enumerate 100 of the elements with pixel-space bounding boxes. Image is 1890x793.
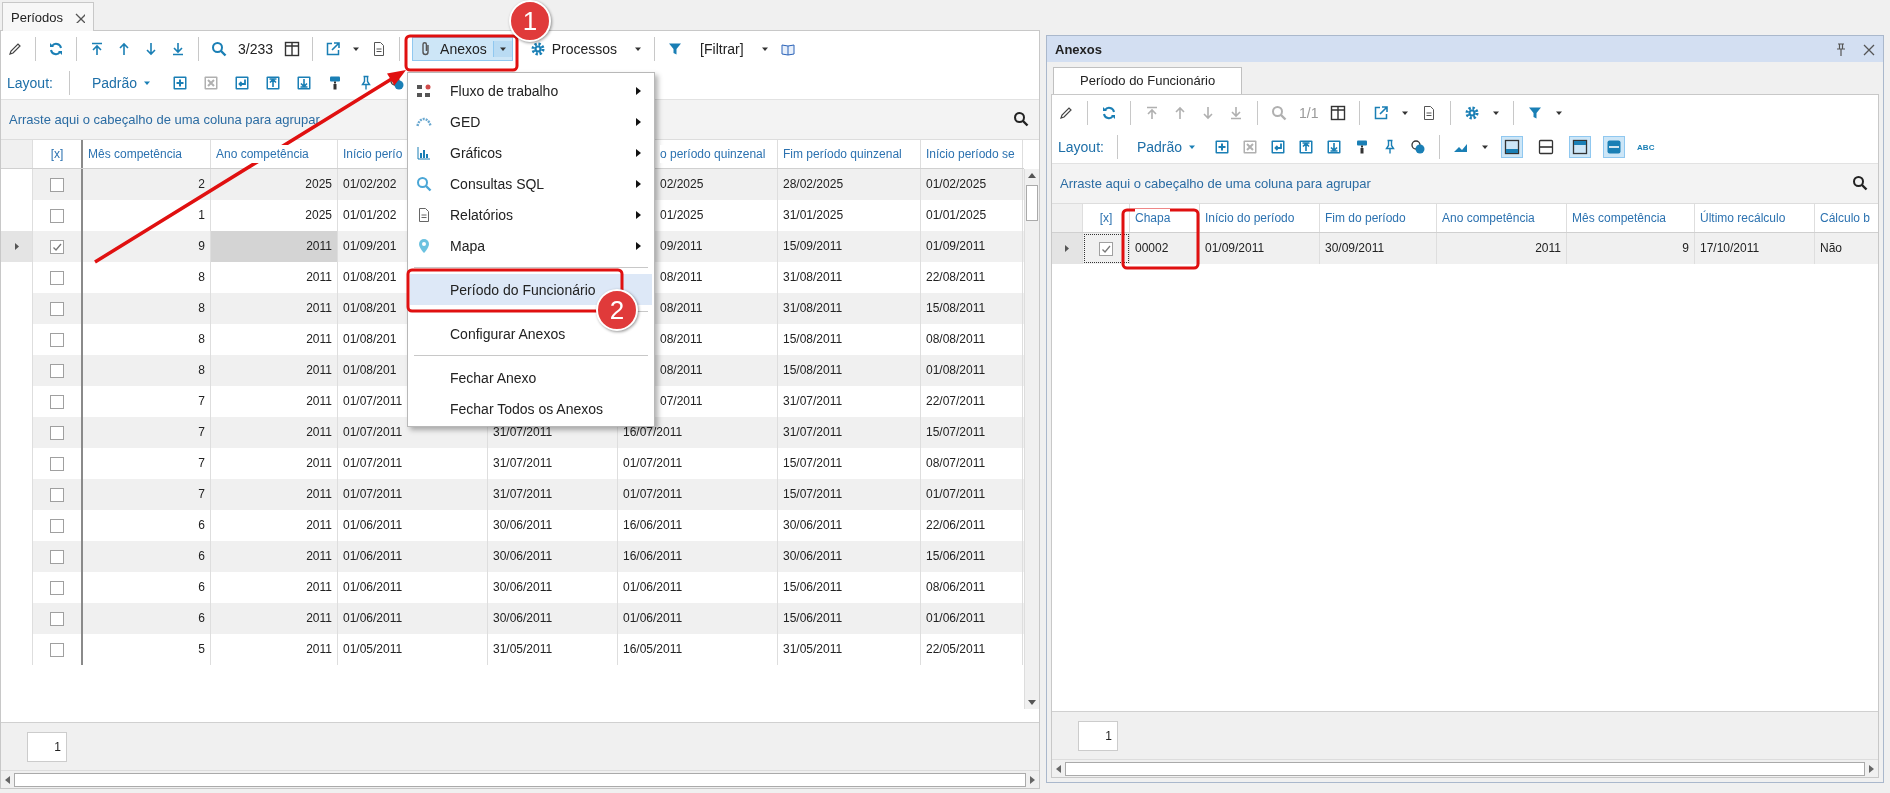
checkbox[interactable] <box>50 580 64 595</box>
enter-box-icon[interactable] <box>234 75 251 91</box>
export-icon[interactable] <box>1373 105 1390 121</box>
checkbox[interactable] <box>1099 241 1113 256</box>
group-hint: Arraste aqui o cabeçalho de uma coluna para agrupar <box>1060 176 1371 191</box>
arrow-to-top-icon[interactable] <box>89 41 105 57</box>
table-cell: 01/06/2011 <box>921 603 1023 634</box>
vertical-scrollbar[interactable] <box>1024 169 1039 709</box>
table-cell: 15/08/2011 <box>778 355 921 386</box>
arrow-up-box-icon[interactable] <box>265 75 282 91</box>
table-cell: 01/07/2011 <box>343 394 403 408</box>
gear-icon[interactable] <box>1464 105 1481 121</box>
checkbox[interactable] <box>50 518 64 533</box>
columns-icon[interactable] <box>1330 105 1347 121</box>
submenu-arrow-icon <box>634 208 642 221</box>
column-header[interactable]: [x] <box>1083 204 1130 232</box>
checkbox[interactable] <box>50 549 64 564</box>
checkbox[interactable] <box>50 425 64 440</box>
circles-icon[interactable] <box>1410 139 1427 155</box>
caret-icon[interactable] <box>634 45 643 53</box>
checkbox[interactable] <box>50 642 64 657</box>
arrow-down-icon[interactable] <box>143 41 159 57</box>
scroll-thumb[interactable] <box>1065 761 1865 776</box>
tab[interactable]: Período do Funcionário <box>1053 67 1243 94</box>
search-icon[interactable] <box>1013 110 1031 129</box>
checkbox[interactable] <box>50 301 64 316</box>
checkbox[interactable] <box>50 177 64 192</box>
columns-icon[interactable] <box>284 41 301 57</box>
menu-item[interactable]: Fluxo de trabalho <box>410 75 652 106</box>
scroll-left-icon[interactable] <box>4 774 12 785</box>
close-icon[interactable] <box>1861 42 1875 56</box>
caret-icon[interactable] <box>760 45 769 53</box>
menu-item[interactable]: GED <box>410 106 652 137</box>
column-header[interactable]: Ano competência <box>216 145 309 163</box>
submenu-arrow-icon <box>634 115 642 128</box>
arrow-down-box-icon[interactable] <box>296 75 313 91</box>
table-cell: 22/05/2011 <box>921 634 1023 665</box>
table-cell: 00002 <box>1130 233 1200 264</box>
view-toggle[interactable] <box>1501 136 1524 158</box>
table-cell: 01/08/2011 <box>921 355 1023 386</box>
table-cell: 01/08/201 <box>343 332 397 346</box>
checkbox[interactable] <box>50 332 64 347</box>
caret-icon[interactable] <box>1401 109 1410 117</box>
enter-box-icon[interactable] <box>1270 139 1287 155</box>
checkbox[interactable] <box>50 270 64 285</box>
checkbox[interactable] <box>50 487 64 502</box>
table-cell: 01/08/201 <box>343 363 397 377</box>
book-icon[interactable] <box>779 41 796 57</box>
scroll-right-icon[interactable] <box>1028 774 1036 785</box>
table-cell: 15/08/2011 <box>921 293 1023 324</box>
checkbox[interactable] <box>50 363 64 378</box>
table-cell: 01/05/2011 <box>338 634 488 665</box>
plus-box-icon[interactable] <box>1214 139 1231 155</box>
abc-button[interactable]: ABC <box>1637 142 1655 152</box>
refresh-icon[interactable] <box>48 41 64 57</box>
arrow-to-bottom-icon[interactable] <box>170 41 186 57</box>
checkbox[interactable] <box>50 208 64 223</box>
table-cell: 31/07/2011 <box>778 417 921 448</box>
close-icon[interactable] <box>73 11 86 23</box>
scroll-right-icon[interactable] <box>1867 763 1875 774</box>
pencil-icon[interactable] <box>7 41 23 57</box>
caret-icon[interactable] <box>352 45 361 53</box>
page-number-field[interactable]: 1 <box>1078 720 1118 751</box>
scroll-left-icon[interactable] <box>1055 763 1063 774</box>
submenu-arrow-icon <box>634 239 642 252</box>
table-cell: 01/07/2011 <box>338 479 488 510</box>
attachments-button[interactable]: Anexos <box>412 37 513 61</box>
layout-label: Layout: <box>7 75 53 91</box>
checkbox[interactable] <box>50 611 64 626</box>
layout-dropdown[interactable]: Padrão <box>85 71 158 95</box>
search-icon[interactable] <box>1852 174 1870 193</box>
table-cell: 31/05/2011 <box>778 634 921 665</box>
scroll-thumb[interactable] <box>1026 185 1038 221</box>
pencil-icon[interactable] <box>1058 105 1074 121</box>
caret-icon[interactable] <box>1481 143 1490 151</box>
table-cell: 16/06/2011 <box>618 541 778 572</box>
menu-item[interactable]: Gráficos <box>410 137 652 168</box>
horizontal-scrollbar[interactable] <box>1052 759 1878 777</box>
checkbox[interactable] <box>50 239 64 254</box>
caret-icon[interactable] <box>1492 109 1501 117</box>
refresh-icon[interactable] <box>1101 105 1117 121</box>
arrow-up-box-icon[interactable] <box>1298 139 1315 155</box>
scroll-thumb[interactable] <box>14 772 1026 787</box>
layout-dropdown[interactable]: Padrão <box>1130 135 1203 159</box>
table-cell: 01/09/2011 <box>1200 233 1320 264</box>
page-number-field[interactable]: 1 <box>27 731 67 762</box>
checkbox[interactable] <box>50 456 64 471</box>
checkbox[interactable] <box>50 394 64 409</box>
caret-icon[interactable] <box>1555 109 1564 117</box>
tab[interactable]: Períodos <box>2 2 95 31</box>
column-header[interactable]: Chapa <box>1135 209 1171 227</box>
export-icon[interactable] <box>325 41 342 57</box>
caret-icon[interactable] <box>498 45 507 53</box>
arrow-down-box-icon[interactable] <box>1326 139 1343 155</box>
view-toggle[interactable] <box>1603 136 1626 158</box>
view-toggle[interactable] <box>1569 136 1592 158</box>
table-cell: 01/06/2011 <box>338 603 488 634</box>
filter-button[interactable]: [Filtrar] <box>694 37 750 61</box>
horizontal-scrollbar[interactable] <box>1 770 1039 788</box>
plus-box-icon[interactable] <box>172 75 189 91</box>
